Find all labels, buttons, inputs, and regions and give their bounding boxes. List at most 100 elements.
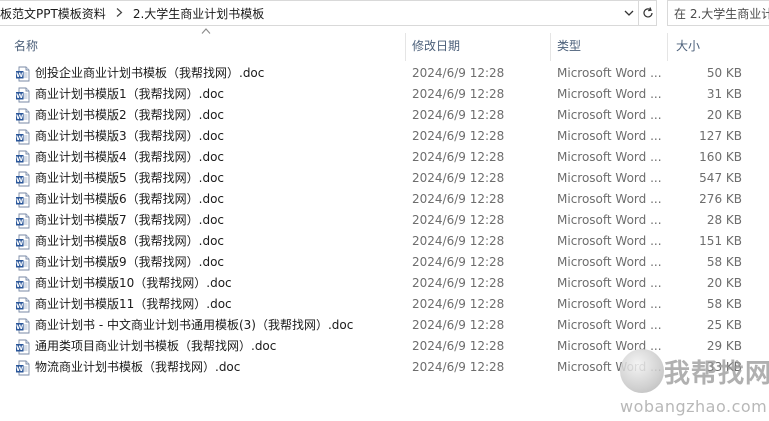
word-document-icon: W [15,87,31,103]
table-row[interactable]: W 商业计划书模版11（我帮找网）.doc 2024/6/9 12:28 Micros… [0,294,769,315]
table-row[interactable]: W 创投企业商业计划书模板（我帮找网）.doc 2024/6/9 12:28 Micr… [0,63,769,84]
file-modified-date: 2024/6/9 12:28 [412,318,505,332]
file-size: 33 KB [706,360,742,374]
file-size: 160 KB [699,150,742,164]
file-name: 商业计划书模版10（我帮找网）.doc [35,276,232,290]
column-header-date[interactable]: 修改日期 [412,37,460,53]
file-modified-date: 2024/6/9 12:28 [412,108,505,122]
file-size: 20 KB [706,276,742,290]
file-size: 547 KB [699,171,742,185]
file-modified-date: 2024/6/9 12:28 [412,360,505,374]
file-name: 物流商业计划书模板（我帮找网）.doc [35,360,241,374]
file-type: Microsoft Word ... [557,87,662,101]
file-type: Microsoft Word ... [557,318,662,332]
svg-text:W: W [16,218,23,226]
file-name: 商业计划书模版1（我帮找网）.doc [35,87,225,101]
table-row[interactable]: W 通用类项目商业计划书模板（我帮找网）.doc 2024/6/9 12:28 Mic… [0,336,769,357]
column-divider[interactable] [405,33,406,61]
word-document-icon: W [15,150,31,166]
file-name: 创投企业商业计划书模板（我帮找网）.doc [35,66,265,80]
chevron-down-icon[interactable] [620,1,638,25]
svg-text:W: W [16,92,23,100]
file-size: 127 KB [699,129,742,143]
search-input[interactable]: 在 2.大学生商业计 [667,0,769,26]
breadcrumb-current[interactable]: 2.大学生商业计划书模板 [129,5,268,22]
file-modified-date: 2024/6/9 12:28 [412,255,505,269]
breadcrumb-parent[interactable]: 板范文PPT模板资料 [0,5,110,22]
file-type: Microsoft Word ... [557,234,662,248]
file-modified-date: 2024/6/9 12:28 [412,192,505,206]
file-modified-date: 2024/6/9 12:28 [412,213,505,227]
table-row[interactable]: W 商业计划书模版9（我帮找网）.doc 2024/6/9 12:28 Microso… [0,252,769,273]
word-document-icon: W [15,108,31,124]
search-placeholder: 在 2.大学生商业计 [674,6,769,21]
word-document-icon: W [15,66,31,82]
file-size: 50 KB [706,66,742,80]
svg-text:W: W [16,323,23,331]
file-size: 151 KB [699,234,742,248]
file-modified-date: 2024/6/9 12:28 [412,129,505,143]
table-row[interactable]: W 商业计划书模版1（我帮找网）.doc 2024/6/9 12:28 Microso… [0,84,769,105]
table-row[interactable]: W 商业计划书模版6（我帮找网）.doc 2024/6/9 12:28 Microso… [0,189,769,210]
svg-text:W: W [16,113,23,121]
table-row[interactable]: W 商业计划书模版3（我帮找网）.doc 2024/6/9 12:28 Microso… [0,126,769,147]
svg-text:W: W [16,344,23,352]
column-divider[interactable] [550,33,551,61]
table-row[interactable]: W 商业计划书模版2（我帮找网）.doc 2024/6/9 12:28 Microso… [0,105,769,126]
file-size: 29 KB [706,339,742,353]
chevron-right-icon[interactable] [110,7,129,20]
file-modified-date: 2024/6/9 12:28 [412,150,505,164]
file-name: 商业计划书模版2（我帮找网）.doc [35,108,225,122]
column-header-name[interactable]: 名称 [14,37,38,53]
svg-text:W: W [16,155,23,163]
watermark-domain: wobangzhao.com [620,397,768,416]
table-row[interactable]: W 商业计划书 - 中文商业计划书通用模板(3)（我帮找网）.doc 2024/6/… [0,315,769,336]
word-document-icon: W [15,234,31,250]
table-row[interactable]: W 商业计划书模版7（我帮找网）.doc 2024/6/9 12:28 Microso… [0,210,769,231]
file-name: 商业计划书模版11（我帮找网）.doc [35,297,232,311]
file-name: 通用类项目商业计划书模板（我帮找网）.doc [35,339,277,353]
file-type: Microsoft Word ... [557,339,662,353]
svg-text:W: W [16,176,23,184]
file-modified-date: 2024/6/9 12:28 [412,66,505,80]
file-name: 商业计划书模版6（我帮找网）.doc [35,192,225,206]
file-name: 商业计划书模版9（我帮找网）.doc [35,255,225,269]
word-document-icon: W [15,171,31,187]
file-name: 商业计划书模版4（我帮找网）.doc [35,150,225,164]
file-type: Microsoft Word ... [557,360,662,374]
svg-text:W: W [16,281,23,289]
svg-text:W: W [16,239,23,247]
word-document-icon: W [15,255,31,271]
file-name: 商业计划书模版3（我帮找网）.doc [35,129,225,143]
svg-text:W: W [16,197,23,205]
file-type: Microsoft Word ... [557,297,662,311]
file-name: 商业计划书模版5（我帮找网）.doc [35,171,225,185]
refresh-icon[interactable] [638,1,656,25]
word-document-icon: W [15,297,31,313]
file-size: 25 KB [706,318,742,332]
table-row[interactable]: W 商业计划书模版4（我帮找网）.doc 2024/6/9 12:28 Microso… [0,147,769,168]
column-header-type[interactable]: 类型 [557,37,581,53]
svg-text:W: W [16,302,23,310]
column-divider[interactable] [667,33,668,61]
file-type: Microsoft Word ... [557,66,662,80]
word-document-icon: W [15,318,31,334]
file-type: Microsoft Word ... [557,276,662,290]
table-row[interactable]: W 商业计划书模版10（我帮找网）.doc 2024/6/9 12:28 Micros… [0,273,769,294]
file-size: 31 KB [706,87,742,101]
file-size: 58 KB [706,297,742,311]
table-row[interactable]: W 物流商业计划书模板（我帮找网）.doc 2024/6/9 12:28 Micros… [0,357,769,378]
svg-text:W: W [16,365,23,373]
file-type: Microsoft Word ... [557,192,662,206]
column-header-size[interactable]: 大小 [676,37,700,53]
file-modified-date: 2024/6/9 12:28 [412,276,505,290]
table-row[interactable]: W 商业计划书模版5（我帮找网）.doc 2024/6/9 12:28 Microso… [0,168,769,189]
sort-ascending-icon [201,28,211,34]
table-row[interactable]: W 商业计划书模版8（我帮找网）.doc 2024/6/9 12:28 Microso… [0,231,769,252]
file-modified-date: 2024/6/9 12:28 [412,171,505,185]
file-type: Microsoft Word ... [557,150,662,164]
word-document-icon: W [15,192,31,208]
address-bar[interactable]: 板范文PPT模板资料 2.大学生商业计划书模板 [0,0,657,26]
file-type: Microsoft Word ... [557,129,662,143]
file-size: 58 KB [706,255,742,269]
